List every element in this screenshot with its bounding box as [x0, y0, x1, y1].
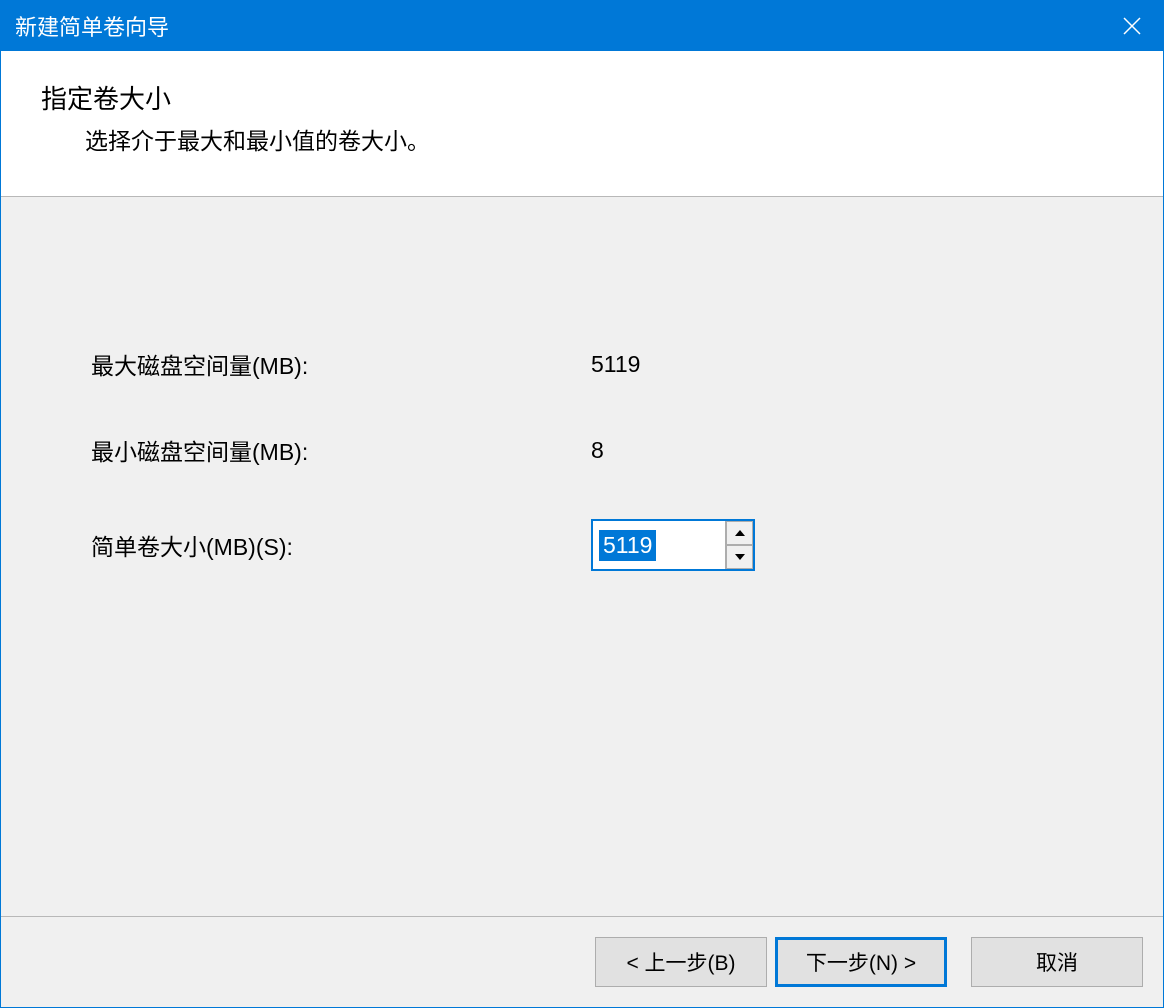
min-space-row: 最小磁盘空间量(MB): 8 — [91, 433, 1073, 467]
size-input-wrap[interactable]: 5119 — [593, 521, 725, 569]
close-icon — [1123, 17, 1141, 35]
page-title: 指定卷大小 — [41, 79, 1123, 116]
spinner-down-button[interactable] — [726, 545, 753, 569]
cancel-button[interactable]: 取消 — [971, 937, 1143, 987]
size-row: 简单卷大小(MB)(S): 5119 — [91, 519, 1073, 571]
max-space-label: 最大磁盘空间量(MB): — [91, 347, 591, 381]
chevron-up-icon — [735, 530, 745, 536]
next-button[interactable]: 下一步(N) > — [775, 937, 947, 987]
footer-section: < 上一步(B) 下一步(N) > 取消 — [1, 916, 1163, 1007]
page-subtitle: 选择介于最大和最小值的卷大小。 — [41, 122, 1123, 156]
back-button[interactable]: < 上一步(B) — [595, 937, 767, 987]
size-label: 简单卷大小(MB)(S): — [91, 528, 591, 562]
size-spinner[interactable]: 5119 — [591, 519, 755, 571]
chevron-down-icon — [735, 554, 745, 560]
window-title: 新建简单卷向导 — [15, 10, 169, 42]
min-space-label: 最小磁盘空间量(MB): — [91, 433, 591, 467]
spinner-up-button[interactable] — [726, 521, 753, 545]
max-space-row: 最大磁盘空间量(MB): 5119 — [91, 347, 1073, 381]
size-input[interactable]: 5119 — [599, 530, 656, 561]
content-section: 最大磁盘空间量(MB): 5119 最小磁盘空间量(MB): 8 简单卷大小(M… — [1, 197, 1163, 916]
close-button[interactable] — [1101, 1, 1163, 51]
titlebar: 新建简单卷向导 — [1, 1, 1163, 51]
spinner-buttons — [725, 521, 753, 569]
max-space-value: 5119 — [591, 351, 640, 378]
wizard-window: 新建简单卷向导 指定卷大小 选择介于最大和最小值的卷大小。 最大磁盘空间量(MB… — [0, 0, 1164, 1008]
min-space-value: 8 — [591, 437, 604, 464]
header-section: 指定卷大小 选择介于最大和最小值的卷大小。 — [1, 51, 1163, 197]
